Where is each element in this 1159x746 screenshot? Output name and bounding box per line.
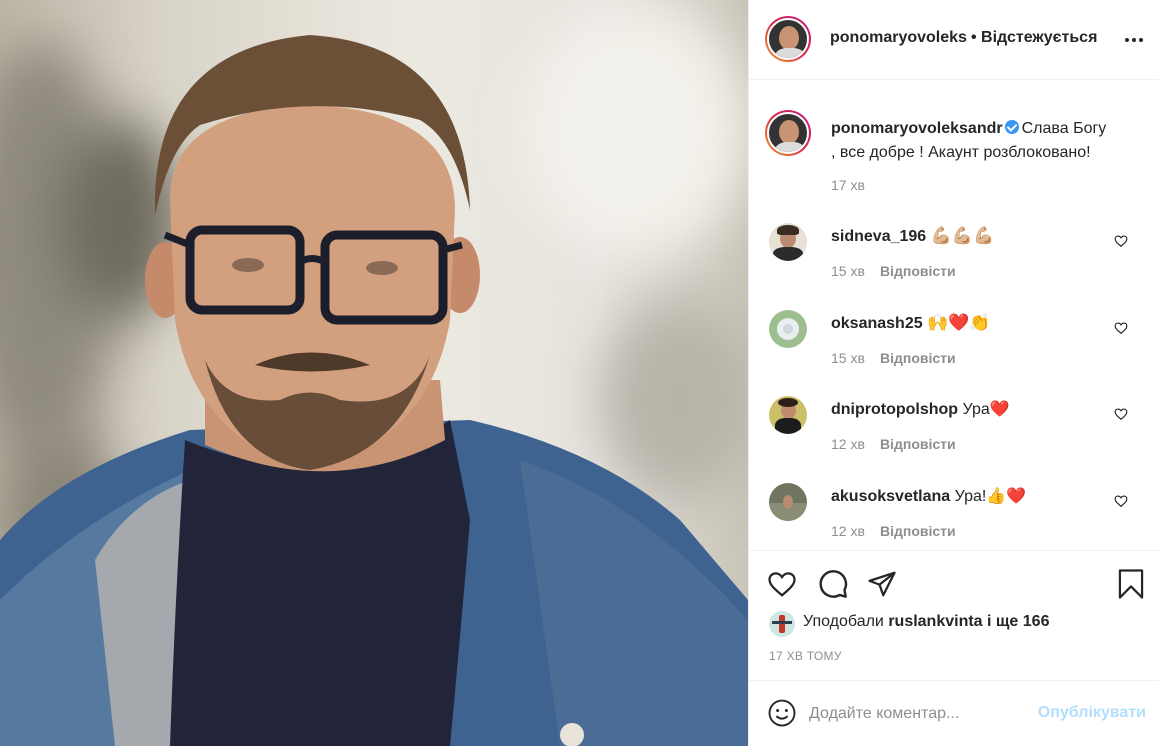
reply-button[interactable]: Відповісти xyxy=(880,263,956,279)
share-icon[interactable] xyxy=(867,569,897,599)
reply-button[interactable]: Відповісти xyxy=(880,350,956,366)
heart-icon[interactable] xyxy=(767,569,797,599)
comment-body: 💪🏼💪🏼💪🏼 xyxy=(930,226,995,245)
comment-body: Ура!👍❤️ xyxy=(954,488,1027,505)
caption-line2: , все добре ! Акаунт розблоковано! xyxy=(831,144,1091,161)
comment-input[interactable] xyxy=(809,699,1029,729)
post-photo[interactable] xyxy=(0,0,748,746)
likes-summary[interactable]: Уподобали ruslankvinta і ще 166 xyxy=(803,613,1049,631)
author-avatar[interactable] xyxy=(765,16,811,62)
comment-username[interactable]: oksanash25 xyxy=(831,315,923,332)
caption-avatar[interactable] xyxy=(765,110,811,156)
comment-body: 🙌❤️👏 xyxy=(927,313,991,332)
bookmark-icon[interactable] xyxy=(1116,568,1146,600)
comment-like-heart-icon[interactable] xyxy=(1114,407,1128,421)
comment-avatar[interactable] xyxy=(769,310,807,348)
comment-icon[interactable] xyxy=(817,568,849,600)
comments-list[interactable]: ponomaryovoleksandr Слава Богу , все добр… xyxy=(749,80,1159,550)
comment-like-heart-icon[interactable] xyxy=(1114,494,1128,508)
comment-body: Ура❤️ xyxy=(962,401,1010,418)
comment-avatar[interactable] xyxy=(769,223,807,261)
verified-badge-icon xyxy=(1004,120,1019,134)
publish-button[interactable]: Опублікувати xyxy=(1038,704,1146,722)
emoji-icon[interactable] xyxy=(767,698,797,728)
likes-count[interactable]: і ще 166 xyxy=(987,613,1049,630)
author-username[interactable]: ponomaryovoleks xyxy=(830,29,970,47)
post-timestamp[interactable]: 17 ХВ ТОМУ xyxy=(769,649,842,663)
comment-time: 15 хв xyxy=(831,350,865,366)
comment-like-heart-icon[interactable] xyxy=(1114,321,1128,335)
comment-username[interactable]: akusoksvetlana xyxy=(831,488,950,505)
comment-avatar[interactable] xyxy=(769,396,807,434)
caption-username[interactable]: ponomaryovoleksandr xyxy=(831,120,1003,137)
liker-username[interactable]: ruslankvinta xyxy=(888,613,982,630)
post-caption: ponomaryovoleksandr Слава Богу , все добр… xyxy=(831,117,1131,165)
likes-prefix: Уподобали xyxy=(803,613,884,630)
comment-text: sidneva_196 💪🏼💪🏼💪🏼 xyxy=(831,226,994,246)
comment-username[interactable]: dniprotopolshop xyxy=(831,401,958,418)
post-actions: Уподобали ruslankvinta і ще 166 17 ХВ ТО… xyxy=(749,550,1159,680)
comment-time: 15 хв xyxy=(831,263,865,279)
post-header: ponomaryovoleks • Відстежується xyxy=(749,0,1159,80)
caption-line1: Слава Богу xyxy=(1021,120,1107,137)
more-options-icon[interactable] xyxy=(1124,30,1144,50)
liker-avatar[interactable] xyxy=(769,611,795,637)
reply-button[interactable]: Відповісти xyxy=(880,523,956,539)
comment-username[interactable]: sidneva_196 xyxy=(831,228,926,245)
post-side-panel: ponomaryovoleks • Відстежується ponomary… xyxy=(748,0,1159,746)
comment-text: dniprotopolshop Ура❤️ xyxy=(831,399,1010,419)
comment-text: oksanash25 🙌❤️👏 xyxy=(831,313,991,333)
comment-time: 12 хв xyxy=(831,523,865,539)
comment-text: akusoksvetlana Ура!👍❤️ xyxy=(831,486,1026,506)
add-comment-bar: Опублікувати xyxy=(749,680,1159,746)
portrait-illustration xyxy=(0,35,748,746)
comment-time: 12 хв xyxy=(831,436,865,452)
instagram-post-modal: ponomaryovoleks • Відстежується ponomary… xyxy=(0,0,1159,746)
reply-button[interactable]: Відповісти xyxy=(880,436,956,452)
caption-time: 17 хв xyxy=(831,177,865,193)
comment-avatar[interactable] xyxy=(769,483,807,521)
follow-status[interactable]: • Відстежується xyxy=(971,29,1097,47)
comment-like-heart-icon[interactable] xyxy=(1114,234,1128,248)
